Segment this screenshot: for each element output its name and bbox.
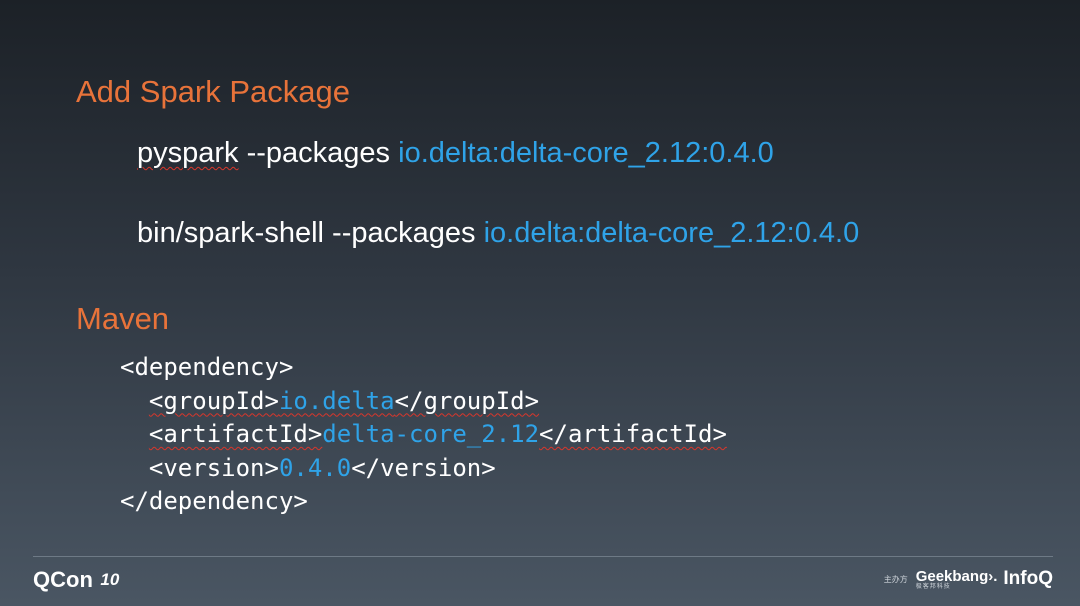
group-id-close-tag: </groupId>: [394, 386, 540, 415]
spark-shell-command-line: bin/spark-shell --packages io.delta:delt…: [137, 217, 859, 250]
host-label: 主办方: [883, 574, 908, 584]
artifact-id-value: delta-core_2.12: [322, 420, 540, 448]
section-heading-maven: Maven: [76, 301, 170, 336]
footer-divider: [33, 556, 1053, 557]
artifact-id-open-tag: <artifactId>: [148, 420, 323, 448]
geekbang-logo: Geekbang›. 极客邦科技: [916, 569, 998, 590]
code-line-open-dependency: <dependency>: [120, 351, 727, 385]
package-coordinate: io.delta:delta-core_2.12:0.4.0: [398, 137, 774, 169]
dependency-close-tag: </dependency>: [120, 487, 308, 515]
infoq-logo: InfoQ: [1003, 568, 1053, 589]
command-flag: --packages: [323, 217, 484, 249]
sponsor-logos: 主办方 Geekbang›. 极客邦科技 InfoQ: [884, 568, 1053, 590]
pyspark-command-line: pyspark --packages io.delta:delta-core_2…: [137, 137, 774, 170]
version-open-tag: <version>: [148, 453, 279, 482]
dependency-open-tag: <dependency>: [120, 353, 294, 381]
version-value: 0.4.0: [278, 453, 352, 482]
command-flag: --packages: [238, 137, 399, 169]
command-name: bin/spark-shell: [137, 217, 324, 249]
geekbang-logo-text: Geekbang›.: [915, 567, 998, 585]
section-heading-add-spark-package: Add Spark Package: [76, 74, 351, 109]
package-coordinate: io.delta:delta-core_2.12:0.4.0: [483, 217, 860, 249]
group-id-value: io.delta: [278, 386, 395, 415]
code-line-group-id: <groupId>io.delta</groupId>: [120, 385, 727, 419]
qcon-logo-text: QCon: [33, 567, 93, 592]
version-close-tag: </version>: [351, 453, 496, 482]
geekbang-logo-subtext: 极客邦科技: [915, 583, 951, 590]
code-line-version: <version>0.4.0</version>: [120, 452, 727, 486]
qcon-logo: QCon 10: [33, 567, 123, 593]
anniversary-badge-icon: 10: [100, 570, 120, 589]
command-name: pyspark: [137, 137, 239, 169]
maven-dependency-code: <dependency> <groupId>io.delta</groupId>…: [120, 351, 727, 519]
artifact-id-close-tag: </artifactId>: [539, 420, 727, 448]
code-line-close-dependency: </dependency>: [120, 485, 727, 519]
group-id-open-tag: <groupId>: [148, 386, 279, 415]
code-line-artifact-id: <artifactId>delta-core_2.12</artifactId>: [120, 418, 727, 452]
